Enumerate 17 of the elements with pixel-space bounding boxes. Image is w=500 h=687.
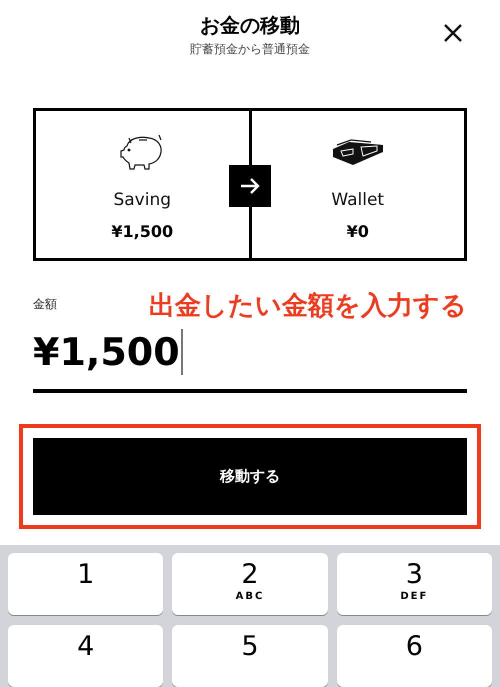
keypad-key[interactable]: 5 bbox=[172, 624, 328, 687]
keypad-key[interactable]: 3 DEF bbox=[336, 552, 492, 615]
annotation-text: 出金したい金額を入力する bbox=[149, 290, 467, 324]
move-button[interactable]: 移動する bbox=[33, 438, 467, 515]
screen-title: お金の移動 bbox=[200, 12, 300, 39]
field-label: 金額 bbox=[33, 296, 57, 314]
account-balance: ¥0 bbox=[346, 221, 369, 244]
screen-subtitle: 貯蓄預金から普通預金 bbox=[190, 41, 310, 58]
account-balance: ¥1,500 bbox=[111, 221, 174, 244]
wallet-icon bbox=[330, 137, 385, 168]
account-name: Wallet bbox=[331, 189, 384, 212]
account-name: Saving bbox=[113, 189, 172, 212]
keypad-key[interactable]: 1 bbox=[8, 552, 164, 615]
amount-field[interactable]: ¥1,500 bbox=[33, 329, 467, 394]
keypad-key[interactable]: 2 ABC bbox=[172, 552, 328, 615]
keypad-key[interactable]: 4 bbox=[8, 624, 164, 687]
keypad-key[interactable]: 6 bbox=[336, 624, 492, 687]
